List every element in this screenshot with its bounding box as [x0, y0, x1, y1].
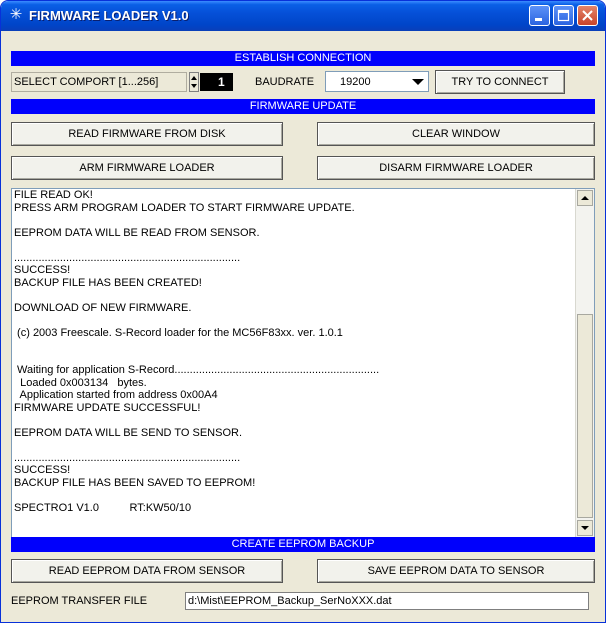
scroll-up-button[interactable]	[577, 190, 593, 206]
window-title: FIRMWARE LOADER V1.0	[29, 8, 189, 23]
log-line: FILE READ OK!	[14, 189, 93, 201]
log-line: Loaded 0x003134 bytes.	[14, 376, 147, 389]
save-eeprom-button[interactable]: SAVE EEPROM DATA TO SENSOR	[317, 559, 595, 583]
log-line: SUCCESS!	[14, 464, 71, 476]
firmware-loader-window: ✳ FIRMWARE LOADER V1.0 ESTABLISH CONNECT…	[0, 0, 606, 623]
baudrate-value: 19200	[340, 76, 371, 88]
close-button[interactable]	[577, 5, 598, 26]
asterisk-icon: ✳	[9, 6, 23, 23]
chevron-down-icon	[412, 79, 424, 85]
log-line: ........................................…	[14, 451, 241, 464]
try-to-connect-button[interactable]: TRY TO CONNECT	[435, 70, 565, 94]
close-icon	[582, 10, 593, 21]
arm-firmware-loader-button[interactable]: ARM FIRMWARE LOADER	[11, 156, 283, 180]
log-line: FIRMWARE UPDATE SUCCESSFUL!	[14, 401, 201, 414]
read-eeprom-button[interactable]: READ EEPROM DATA FROM SENSOR	[11, 559, 283, 583]
scroll-thumb[interactable]	[577, 314, 593, 518]
disarm-firmware-loader-button[interactable]: DISARM FIRMWARE LOADER	[317, 156, 595, 180]
maximize-icon	[557, 9, 570, 22]
log-line: EEPROM DATA WILL BE SEND TO SENSOR.	[14, 426, 242, 439]
log-line: (c) 2003 Freescale. S-Record loader for …	[14, 326, 343, 339]
title-bar[interactable]: ✳ FIRMWARE LOADER V1.0	[1, 1, 605, 31]
main-panel: ESTABLISH CONNECTION SELECT COMPORT [1..…	[5, 31, 601, 620]
log-line: BACKUP FILE HAS BEEN CREATED!	[14, 276, 202, 289]
chevron-up-icon	[581, 196, 589, 200]
section-header-backup: CREATE EEPROM BACKUP	[11, 537, 595, 552]
log-line: SPECTRO1 V1.0 RT:KW50/10	[14, 501, 192, 514]
baudrate-select[interactable]: 19200	[325, 71, 429, 92]
log-textarea[interactable]: FILE READ OK! PRESS ARM PROGRAM LOADER TO…	[11, 188, 595, 538]
log-scrollbar[interactable]	[575, 189, 594, 537]
chevron-down-icon	[581, 526, 589, 530]
log-line: EEPROM DATA WILL BE READ FROM SENSOR.	[14, 226, 260, 239]
comport-spinner[interactable]	[189, 72, 199, 92]
log-line: DOWNLOAD OF NEW FIRMWARE.	[14, 301, 192, 314]
eeprom-transfer-file-input[interactable]: d:\Mist\EEPROM_Backup_SerNoXXX.dat	[185, 592, 589, 610]
minimize-button[interactable]	[529, 5, 550, 26]
maximize-button[interactable]	[553, 5, 574, 26]
read-firmware-button[interactable]: READ FIRMWARE FROM DISK	[11, 122, 283, 146]
log-line: PRESS ARM PROGRAM LOADER TO START FIRMWA…	[14, 201, 355, 214]
log-line: ........................................…	[14, 251, 241, 264]
baudrate-label: BAUDRATE	[255, 76, 315, 88]
log-line: Application started from address 0x00A4	[14, 389, 218, 401]
log-line: SUCCESS!	[14, 264, 71, 276]
section-header-firmware: FIRMWARE UPDATE	[11, 99, 595, 114]
section-header-connection: ESTABLISH CONNECTION	[11, 51, 595, 66]
comport-input[interactable]: 1	[200, 73, 233, 91]
scroll-down-button[interactable]	[577, 520, 593, 536]
eeprom-transfer-file-label: EEPROM TRANSFER FILE	[11, 595, 148, 607]
spinner-arrows-icon	[191, 76, 197, 88]
comport-label: SELECT COMPORT [1...256]	[11, 72, 187, 92]
log-line: Waiting for application S-Record........…	[14, 364, 380, 376]
minimize-icon	[535, 18, 542, 21]
clear-window-button[interactable]: CLEAR WINDOW	[317, 122, 595, 146]
log-text: FILE READ OK! PRESS ARM PROGRAM LOADER TO…	[14, 189, 554, 514]
log-line: BACKUP FILE HAS BEEN SAVED TO EEPROM!	[14, 476, 256, 489]
